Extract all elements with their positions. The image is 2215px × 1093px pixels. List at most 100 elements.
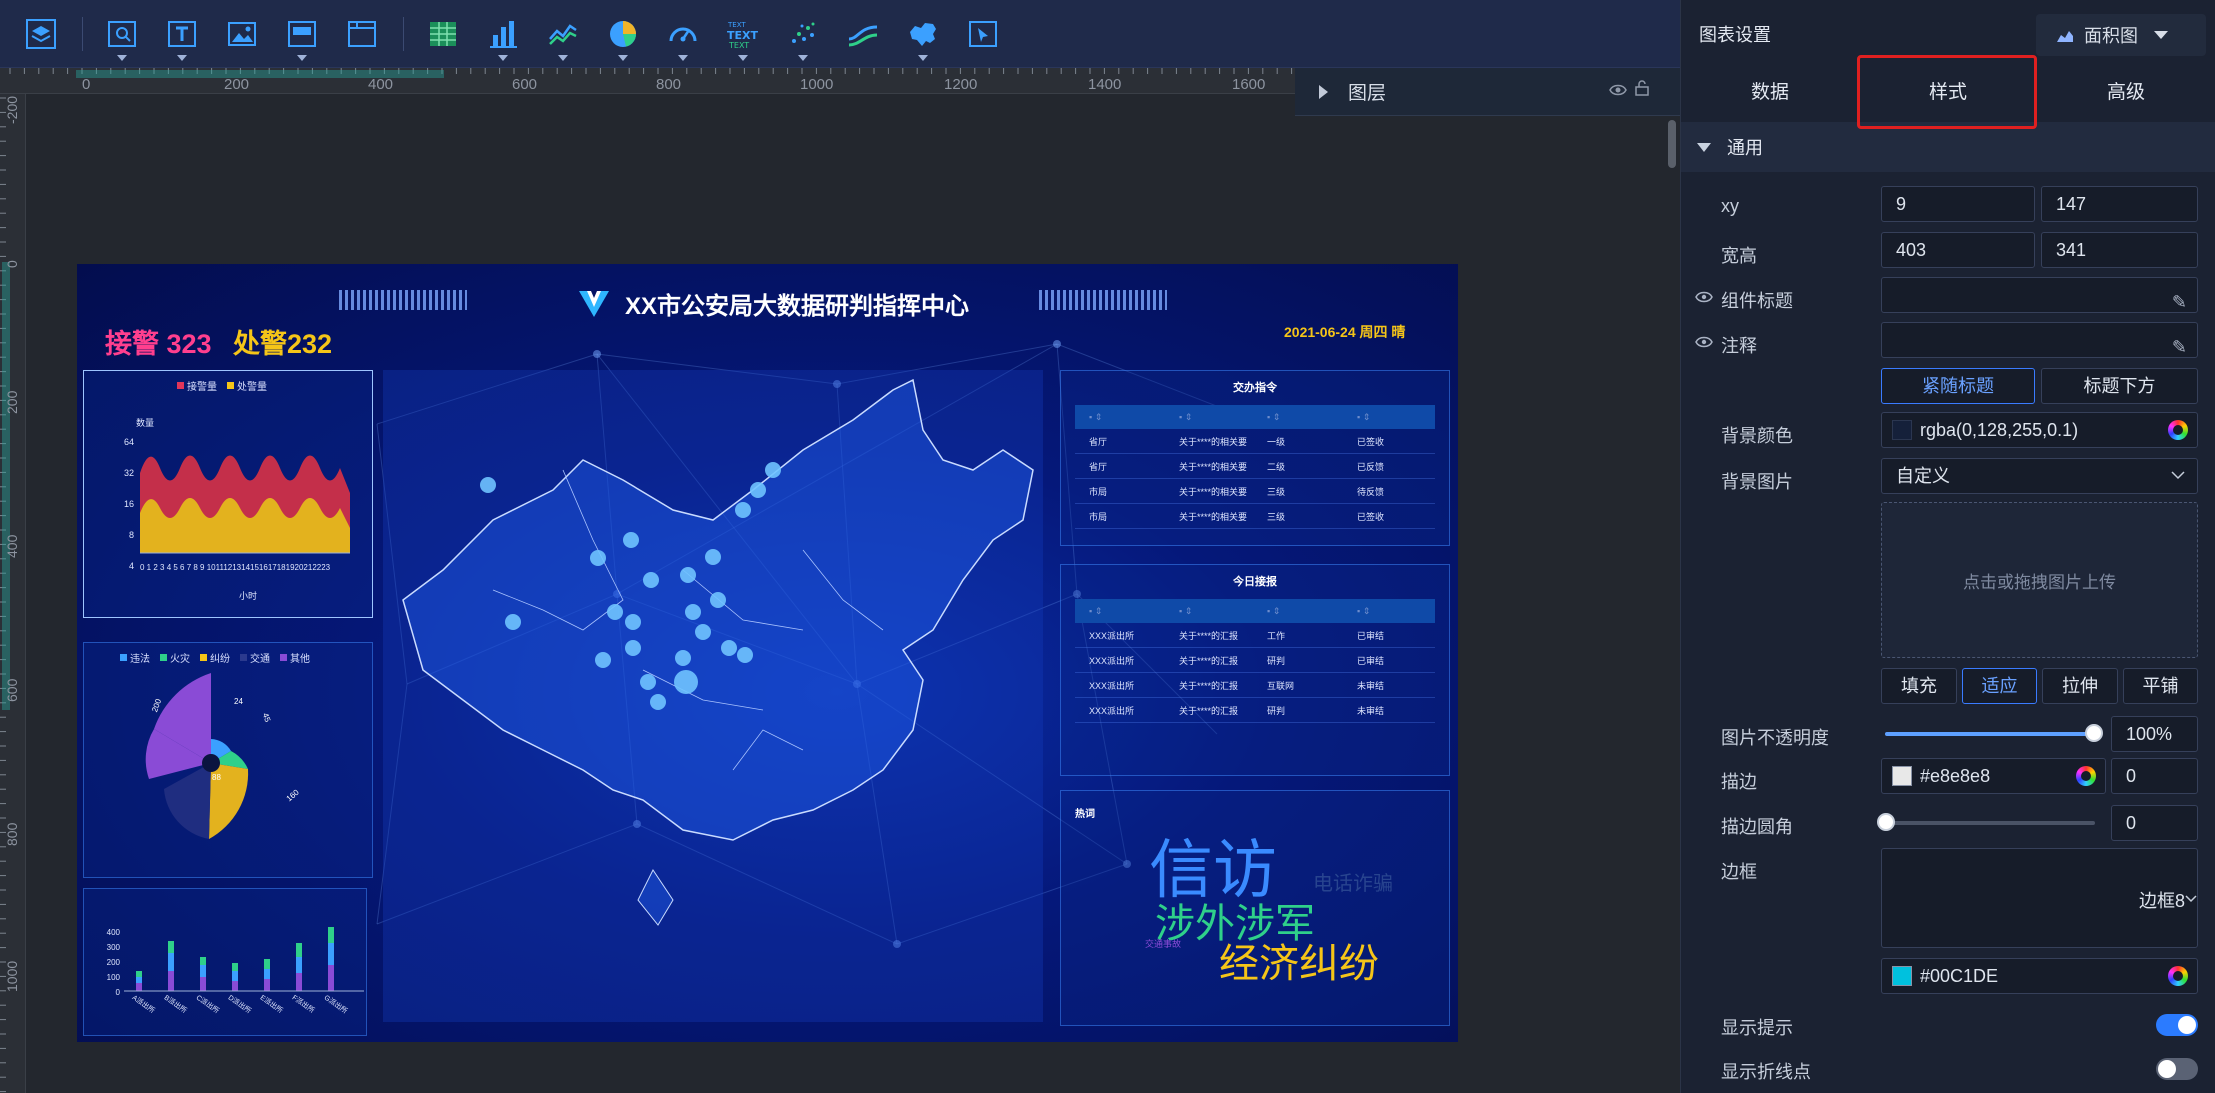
stroke-width-input[interactable]: 0 (2111, 758, 2198, 794)
x-axis-ticks: A派出所 B派出所 C派出所 D派出所 E派出所 F派出所 G派出所 (130, 994, 349, 1016)
fit-adapt-button[interactable]: 适应 (1962, 668, 2037, 704)
image-tool-button[interactable] (219, 11, 265, 57)
layer-panel-header[interactable]: 图层 (1295, 68, 1680, 116)
bar-chart-button[interactable] (480, 11, 526, 61)
table-row[interactable]: 省厅 关于****的相关要 二级 已反馈 (1075, 454, 1435, 479)
sort-icon[interactable]: ▪ ⇕ (1165, 606, 1253, 617)
line-chart-button[interactable] (540, 11, 586, 61)
layers-tool-button[interactable] (18, 11, 64, 57)
bg-color-input[interactable]: rgba(0,128,255,0.1) (1881, 412, 2198, 448)
title-below-button[interactable]: 标题下方 (2041, 368, 2198, 404)
table-row[interactable]: XXX派出所 关于****的汇报 工作 已审结 (1075, 623, 1435, 648)
china-map-panel[interactable] (383, 370, 1043, 1022)
layout-tool-button[interactable] (279, 11, 325, 61)
x-input[interactable]: 9 (1881, 186, 2035, 222)
color-picker-icon[interactable] (2168, 420, 2188, 440)
table-row[interactable]: 省厅 关于****的相关要 一级 已签收 (1075, 429, 1435, 454)
y-input[interactable]: 147 (2041, 186, 2198, 222)
legend-item: 处警量 (227, 378, 267, 393)
chevron-down-icon (498, 54, 508, 61)
title-follow-button[interactable]: 紧随标题 (1881, 368, 2035, 404)
edit-icon[interactable]: ✎ (2172, 285, 2187, 319)
map-chart-button[interactable] (900, 11, 946, 61)
table-chart-button[interactable] (420, 11, 466, 57)
sort-icon[interactable]: ▪ ⇕ (1343, 606, 1435, 617)
edit-icon[interactable]: ✎ (2172, 330, 2187, 364)
line-chart-icon (549, 23, 577, 45)
tab-style[interactable]: 样式 (1859, 68, 2037, 118)
search-component-button[interactable] (99, 11, 145, 61)
flow-chart-button[interactable] (840, 11, 886, 57)
show-points-toggle[interactable] (2156, 1058, 2198, 1080)
eye-icon[interactable] (1695, 336, 1713, 348)
bar-chart-panel[interactable]: 400 300 200 100 0 A派出所 B派出所 C派出所 D派出所 E派出所 F… (83, 888, 367, 1036)
tab-advanced[interactable]: 高级 (2037, 68, 2215, 118)
expand-arrow-icon[interactable] (1319, 84, 1328, 99)
tab-data[interactable]: 数据 (1681, 68, 1859, 118)
eye-icon[interactable] (1695, 291, 1713, 303)
chart-type-select[interactable]: 面积图 (2036, 14, 2206, 56)
stroke-color-input[interactable]: #e8e8e8 (1881, 758, 2106, 794)
xy-label: xy (1721, 196, 1739, 216)
bg-image-select[interactable]: 自定义 (1881, 458, 2198, 494)
scatter-chart-button[interactable] (780, 11, 826, 61)
border-color-input[interactable]: #00C1DE (1881, 958, 2198, 994)
note-input[interactable]: ✎ (1881, 322, 2198, 358)
fit-stretch-button[interactable]: 拉伸 (2042, 668, 2118, 704)
show-tooltip-toggle[interactable] (2156, 1014, 2198, 1036)
interaction-button[interactable] (960, 11, 1006, 57)
height-input[interactable]: 341 (2041, 232, 2198, 268)
border-style-select[interactable]: 边框8 (1881, 848, 2198, 948)
rose-chart-panel[interactable]: 违法 火灾 纠纷 交通 其他 200 24 45 160 88 (83, 642, 373, 878)
table-row[interactable]: 市局 关于****的相关要 三级 已签收 (1075, 504, 1435, 529)
lock-icon[interactable] (1635, 80, 1649, 101)
table-row[interactable]: 市局 关于****的相关要 三级 待反馈 (1075, 479, 1435, 504)
table-row[interactable]: XXX派出所 关于****的汇报 互联网 未审结 (1075, 673, 1435, 698)
commands-panel[interactable]: 交办指令 ▪ ⇕ ▪ ⇕ ▪ ⇕ ▪ ⇕ 省厅 关于****的相关要 一级 已签收 省… (1060, 370, 1450, 546)
rose-chart-legend: 违法 火灾 纠纷 交通 其他 (120, 650, 320, 665)
reports-panel[interactable]: 今日接报 ▪ ⇕ ▪ ⇕ ▪ ⇕ ▪ ⇕ XXX派出所 关于****的汇报 工作 已审… (1060, 564, 1450, 776)
pie-chart-button[interactable] (600, 11, 646, 61)
area-chart-panel[interactable]: 接警量 处警量 数量 64 32 16 8 4 0 1 2 3 4 5 6 7 8 9 … (83, 370, 373, 618)
chevron-down-icon (117, 54, 127, 61)
sort-icon[interactable]: ▪ ⇕ (1253, 606, 1343, 617)
bar-segment (136, 983, 142, 991)
bg-color-value: rgba(0,128,255,0.1) (1920, 420, 2079, 440)
table-row[interactable]: XXX派出所 关于****的汇报 研判 已审结 (1075, 648, 1435, 673)
color-picker-icon[interactable] (2076, 766, 2096, 786)
dashboard-screen[interactable]: XX市公安局大数据研判指挥中心 接警 323 处警232 2021-06-24 … (77, 264, 1458, 1042)
fit-tile-button[interactable]: 平铺 (2123, 668, 2198, 704)
fit-fill-button[interactable]: 填充 (1881, 668, 1957, 704)
width-input[interactable]: 403 (1881, 232, 2035, 268)
opacity-slider[interactable] (1885, 732, 2095, 736)
sort-icon[interactable]: ▪ ⇕ (1343, 412, 1435, 423)
table-row[interactable]: XXX派出所 关于****的汇报 研判 未审结 (1075, 698, 1435, 723)
color-picker-icon[interactable] (2168, 966, 2188, 986)
sort-icon[interactable]: ▪ ⇕ (1253, 412, 1343, 423)
chevron-down-icon (2171, 471, 2185, 480)
radius-slider[interactable] (1885, 821, 2095, 825)
vertical-ruler[interactable]: -200 0 200 400 600 800 1000 (0, 94, 26, 1093)
radius-slider-handle[interactable] (1877, 813, 1895, 831)
window-tool-button[interactable] (339, 11, 385, 57)
radius-input[interactable]: 0 (2111, 805, 2198, 841)
hotwords-panel[interactable]: 热词 信访 电话诈骗 涉外涉军 交通事故 经济纠纷 (1060, 790, 1450, 1026)
gauge-chart-button[interactable] (660, 11, 706, 61)
sort-icon[interactable]: ▪ ⇕ (1165, 412, 1253, 423)
sort-icon[interactable]: ▪ ⇕ (1075, 606, 1165, 617)
section-title: 通用 (1727, 138, 1763, 158)
bar-segment (200, 977, 206, 991)
text-chart-button[interactable]: TEXT TEXT TEXT (720, 11, 766, 61)
component-title-input[interactable]: ✎ (1881, 277, 2198, 313)
sort-icon[interactable]: ▪ ⇕ (1075, 412, 1165, 423)
image-upload-area[interactable]: 点击或拖拽图片上传 (1881, 502, 2198, 658)
canvas-scrollbar[interactable] (1668, 120, 1676, 168)
legend-item: 交通 (240, 650, 270, 665)
china-map (402, 378, 1034, 926)
legend-item: 火灾 (160, 650, 190, 665)
opacity-slider-handle[interactable] (2085, 724, 2103, 742)
section-general[interactable]: 通用 (1681, 122, 2215, 172)
opacity-input[interactable]: 100% (2111, 716, 2198, 752)
text-tool-button[interactable] (159, 11, 205, 61)
eye-icon[interactable] (1609, 82, 1627, 102)
